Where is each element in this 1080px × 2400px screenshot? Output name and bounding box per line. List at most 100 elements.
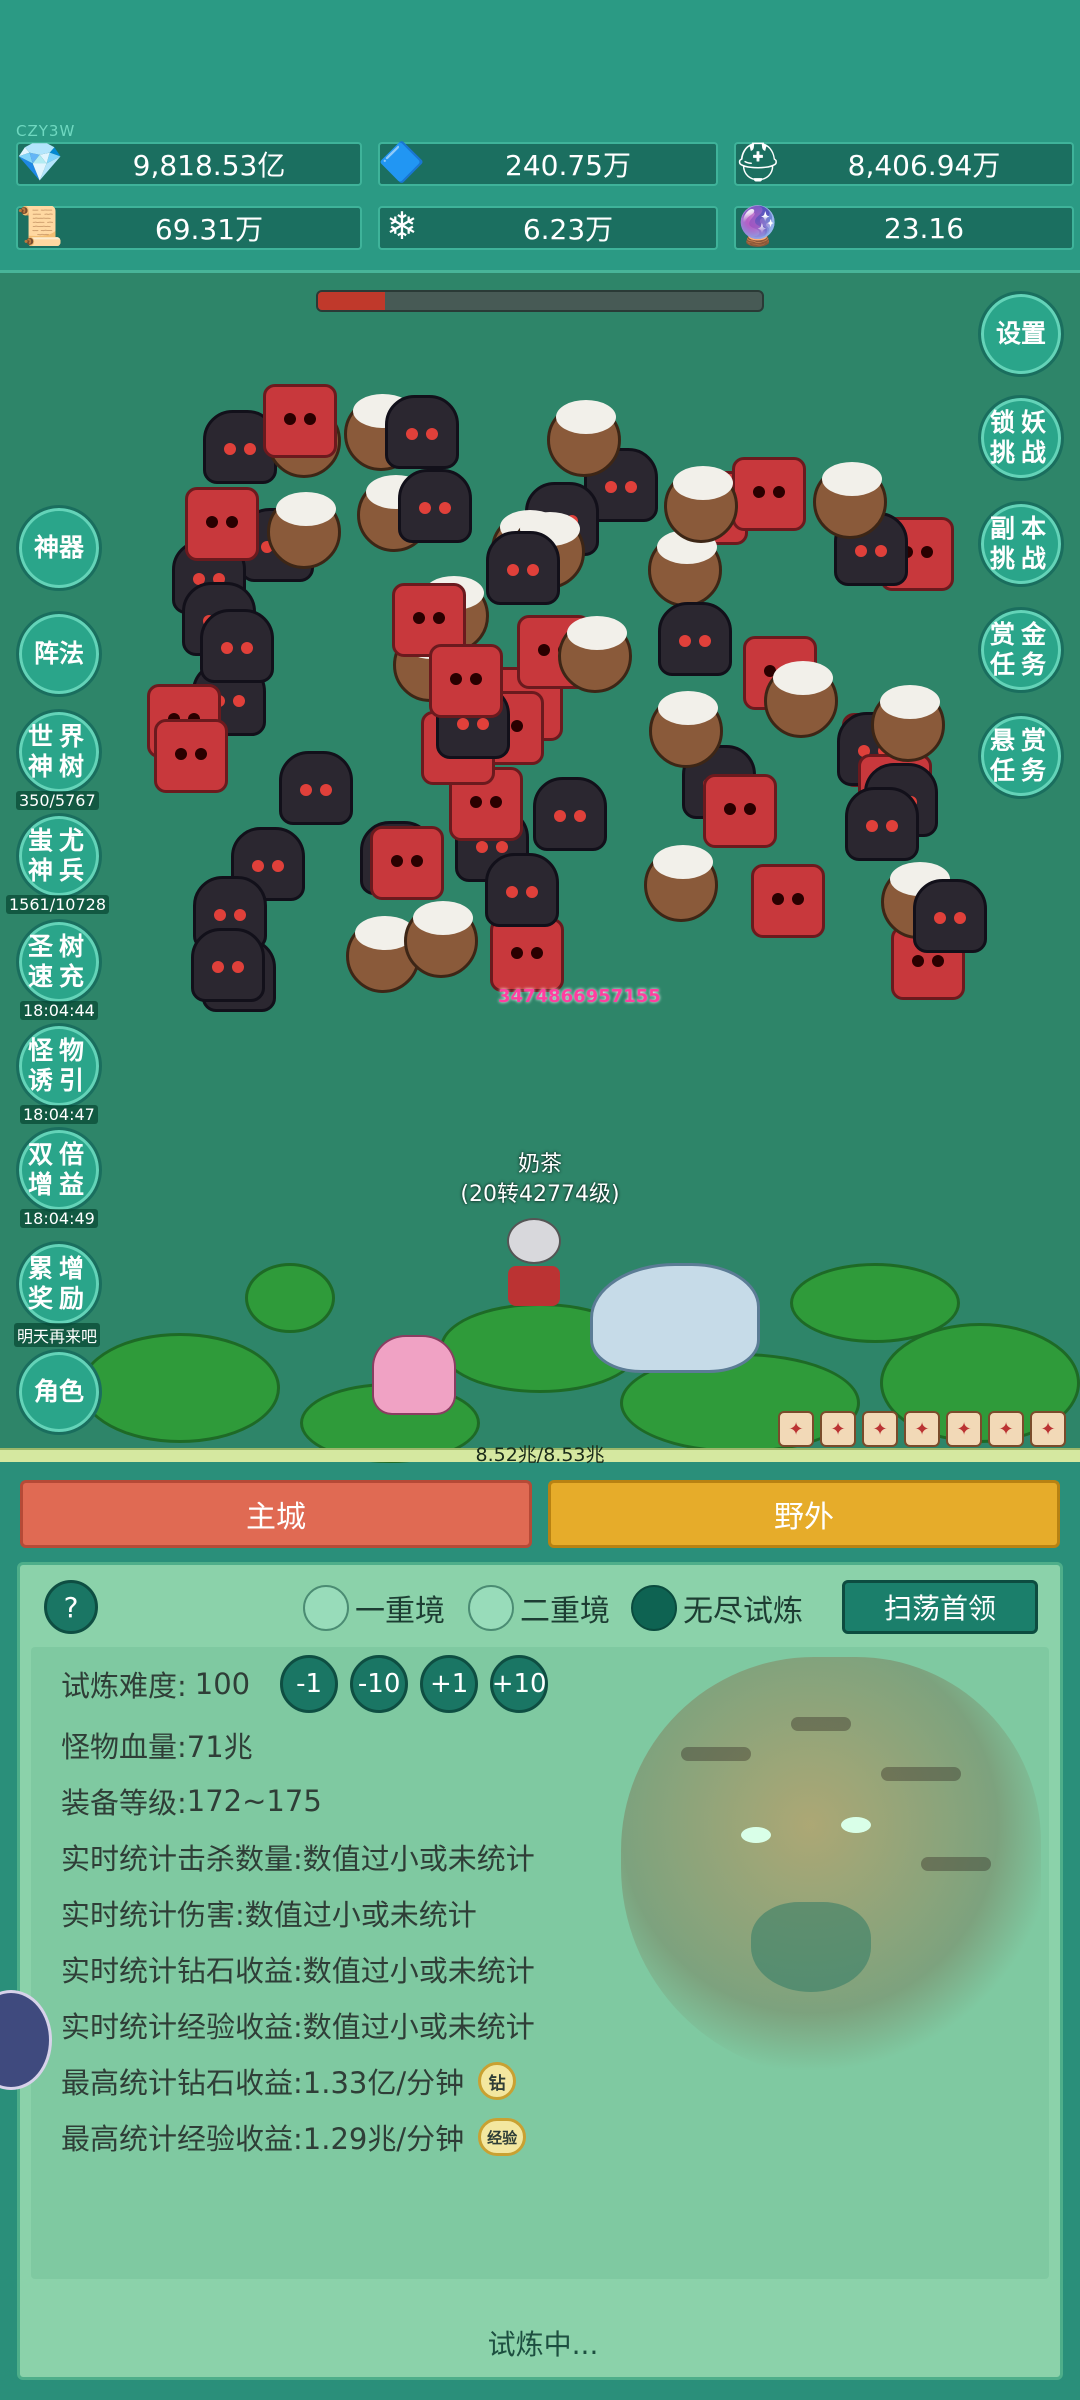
red-block-monster — [369, 825, 444, 900]
menu-label: 锁妖挑战 — [989, 408, 1052, 467]
menu-bounty[interactable]: 悬赏任务 — [978, 713, 1064, 799]
accum-reward-note: 明天再来吧 — [14, 1323, 101, 1347]
mode-option-2[interactable]: 二重境 — [468, 1585, 610, 1631]
red-block-monster — [702, 773, 777, 848]
menu-artifact[interactable]: 神器 — [16, 505, 102, 591]
menu-label: 双倍增益 — [27, 1140, 90, 1199]
menu-role[interactable]: 角色 — [16, 1349, 102, 1435]
sheep-monster — [266, 492, 341, 570]
help-button[interactable]: ? — [44, 1580, 98, 1634]
menu-label: 世界神树 — [27, 722, 90, 781]
sheep-monster — [663, 466, 738, 544]
horned-demon-monster — [397, 469, 472, 543]
hero-body — [508, 1266, 560, 1306]
menu-world-tree[interactable]: 世界神树 — [16, 709, 102, 795]
mode-option-1[interactable]: 一重境 — [303, 1585, 445, 1631]
horned-demon-monster — [485, 852, 560, 927]
hero-name: 奶茶 — [517, 1152, 562, 1177]
menu-tree-charge[interactable]: 圣树速充 — [16, 919, 102, 1005]
stat-label: 装备等级: — [61, 1786, 187, 1820]
boss-hp-bar — [316, 290, 764, 312]
red-block-monster — [731, 456, 806, 531]
world-tree-progress: 350/5767 — [16, 791, 99, 810]
bush — [245, 1263, 335, 1333]
menu-settings[interactable]: 设置 — [978, 291, 1064, 377]
sheep-monster — [647, 530, 722, 608]
hero-label: 奶茶 (20转42774级) — [0, 1150, 1080, 1210]
menu-label: 怪物诱引 — [27, 1036, 90, 1095]
difficulty-plus-10-button[interactable]: +10 — [490, 1655, 549, 1713]
stat-row: 怪物血量: 71兆 — [61, 1724, 253, 1766]
difficulty-minus-1-button[interactable]: -1 — [280, 1655, 339, 1713]
radio-button[interactable] — [468, 1585, 514, 1631]
battlefield: 3474866957155 奶茶 (20转42774级) ✦ ✦ ✦ ✦ ✦ ✦… — [0, 270, 1080, 1463]
resource-bar: CZY3W 💎 9,818.53亿 🔷 240.75万 ⛑ 8,406.94万 … — [0, 0, 1080, 270]
sweep-boss-button[interactable]: 扫荡首领 — [842, 1580, 1038, 1634]
resource-scroll: 📜 69.31万 — [16, 204, 362, 250]
sheep-monster — [813, 461, 888, 539]
trial-info-box: 试炼难度: 100 -1 -10 +1 +10 怪物血量: 71兆 装备等级: … — [31, 1647, 1049, 2279]
menu-double-buff[interactable]: 双倍增益 — [16, 1127, 102, 1213]
red-block-monster — [428, 644, 503, 719]
menu-chiyou[interactable]: 蚩尤神兵 — [16, 813, 102, 899]
menu-monster-lure[interactable]: 怪物诱引 — [16, 1023, 102, 1109]
boss-hp-fill — [318, 292, 385, 310]
tab-main-city[interactable]: 主城 — [20, 1480, 532, 1548]
resource-orb: 🔮 23.16 — [734, 204, 1074, 250]
difficulty-label: 试炼难度: — [61, 1669, 187, 1703]
menu-label: 蚩尤神兵 — [27, 826, 90, 885]
game-screen: CZY3W 💎 9,818.53亿 🔷 240.75万 ⛑ 8,406.94万 … — [0, 0, 1080, 2400]
radio-button-selected[interactable] — [631, 1585, 677, 1631]
exp-badge-icon: 经验 — [478, 2118, 527, 2156]
menu-lock-demon[interactable]: 锁妖挑战 — [978, 395, 1064, 481]
mode-option-endless[interactable]: 无尽试炼 — [631, 1585, 803, 1631]
menu-gold-task[interactable]: 赏金任务 — [978, 607, 1064, 693]
tab-wild[interactable]: 野外 — [548, 1480, 1060, 1548]
stat-value: 1.33亿/分钟 — [302, 2066, 465, 2100]
stat-label: 实时统计钻石收益: — [61, 1954, 303, 1988]
menu-label: 累增奖励 — [27, 1254, 90, 1313]
mode-label: 一重境 — [355, 1594, 445, 1629]
scene-tabs: 主城 野外 — [0, 1475, 1080, 1555]
resource-ice: ❄ 6.23万 — [378, 204, 718, 250]
sheep-monster — [403, 900, 478, 978]
radio-button[interactable] — [303, 1585, 349, 1631]
horned-demon-monster — [191, 927, 266, 1002]
stat-label: 最高统计经验收益: — [61, 2122, 303, 2156]
resource-value: 8,406.94万 — [847, 149, 1001, 182]
menu-formation[interactable]: 阵法 — [16, 611, 102, 697]
stat-value: 1.29兆/分钟 — [302, 2122, 465, 2156]
stat-label: 实时统计伤害: — [61, 1898, 245, 1932]
resource-value: 23.16 — [883, 211, 965, 245]
damage-number: 3474866957155 — [498, 986, 661, 1007]
difficulty-value: 100 — [194, 1667, 251, 1701]
monster-lure-timer: 18:04:47 — [20, 1105, 98, 1124]
dragon-pet — [590, 1263, 760, 1373]
tree-charge-timer: 18:04:44 — [20, 1001, 98, 1020]
resource-diamond: 💎 9,818.53亿 — [16, 140, 362, 186]
stat-value: 172~175 — [186, 1784, 322, 1818]
hero-level: (20转42774级) — [460, 1182, 620, 1207]
stat-value: 数值过小或未统计 — [302, 2010, 535, 2044]
difficulty-row: 试炼难度: 100 -1 -10 +1 +10 — [61, 1655, 549, 1713]
menu-label: 赏金任务 — [989, 620, 1052, 679]
tiger-illustration — [621, 1657, 1041, 2077]
sheep-monster — [648, 690, 723, 768]
difficulty-plus-1-button[interactable]: +1 — [420, 1655, 479, 1713]
red-block-monster — [263, 383, 338, 458]
player-hp-text: 8.52兆/8.53兆 — [475, 1444, 605, 1466]
resource-value: 9,818.53亿 — [132, 149, 286, 182]
chiyou-progress: 1561/10728 — [6, 895, 110, 914]
menu-accum-reward[interactable]: 累增奖励 — [16, 1241, 102, 1327]
red-block-monster — [489, 918, 564, 993]
difficulty-minus-10-button[interactable]: -10 — [350, 1655, 409, 1713]
resource-value: 240.75万 — [505, 149, 631, 182]
sheep-monster — [763, 661, 838, 739]
mode-label: 二重境 — [520, 1594, 610, 1629]
stat-row: 实时统计伤害: 数值过小或未统计 — [61, 1892, 477, 1934]
stat-row: 装备等级: 172~175 — [61, 1780, 322, 1822]
menu-dungeon[interactable]: 副本挑战 — [978, 501, 1064, 587]
best-exp-row: 最高统计经验收益: 1.29兆/分钟 经验 — [61, 2116, 527, 2158]
resource-value: 69.31万 — [154, 213, 264, 246]
bush — [80, 1333, 280, 1443]
